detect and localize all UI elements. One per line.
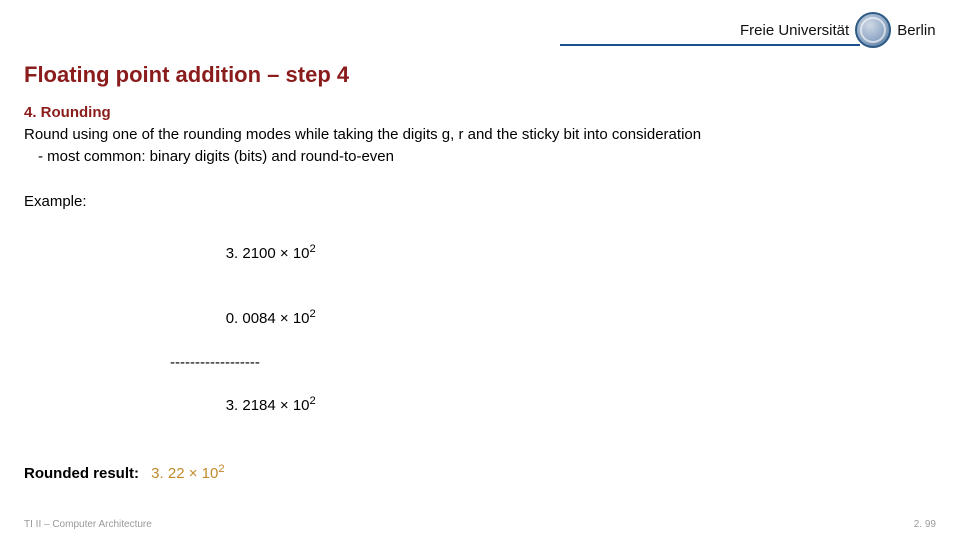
exponent: 2 [218, 463, 224, 475]
calc-row-b: 0. 0084 × 102 [184, 286, 936, 351]
brand-logo: Freie Universität Berlin [740, 12, 936, 48]
brand-text-left: Freie Universität [740, 22, 849, 39]
base: 10 [197, 465, 218, 482]
exponent: 2 [310, 308, 316, 320]
rounded-label: Rounded result: [24, 465, 139, 482]
step-note: - most common: binary digits (bits) and … [24, 146, 936, 168]
calc-row-a: 3. 2100 × 102 [184, 221, 936, 286]
example-block: Example: 3. 2100 × 102 0. 0084 × 102 ---… [24, 191, 936, 484]
base: 10 [289, 397, 310, 414]
mult-sign: × [280, 397, 289, 414]
footer: TI II – Computer Architecture 2. 99 [24, 519, 936, 530]
calculation: 3. 2100 × 102 0. 0084 × 102 [184, 221, 936, 352]
calc-row-sum: 3. 2184 × 102 [184, 373, 936, 438]
university-seal-icon [855, 12, 891, 48]
exponent: 2 [310, 243, 316, 255]
step-label: 4. Rounding [24, 102, 936, 124]
footer-right: 2. 99 [914, 519, 936, 530]
mantissa: 3. 2100 [226, 245, 280, 262]
footer-left: TI II – Computer Architecture [24, 519, 152, 530]
mult-sign: × [280, 310, 289, 327]
example-label: Example: [24, 191, 936, 213]
slide-body: 4. Rounding Round using one of the round… [24, 102, 936, 484]
rounded-result: Rounded result: 3. 22 × 102 [24, 463, 936, 485]
mantissa: 0. 0084 [226, 310, 280, 327]
slide: Freie Universität Berlin Floating point … [0, 0, 960, 540]
mantissa: 3. 22 [151, 465, 189, 482]
step-description: Round using one of the rounding modes wh… [24, 124, 936, 146]
base: 10 [289, 310, 310, 327]
slide-title: Floating point addition – step 4 [24, 62, 349, 88]
calc-divider: ------------------ [170, 352, 936, 374]
mantissa: 3. 2184 [226, 397, 280, 414]
brand-text-right: Berlin [897, 22, 935, 39]
mult-sign: × [280, 245, 289, 262]
exponent: 2 [310, 395, 316, 407]
rounded-value: 3. 22 × 102 [151, 465, 224, 482]
calculation-sum: 3. 2184 × 102 [184, 373, 936, 438]
base: 10 [289, 245, 310, 262]
